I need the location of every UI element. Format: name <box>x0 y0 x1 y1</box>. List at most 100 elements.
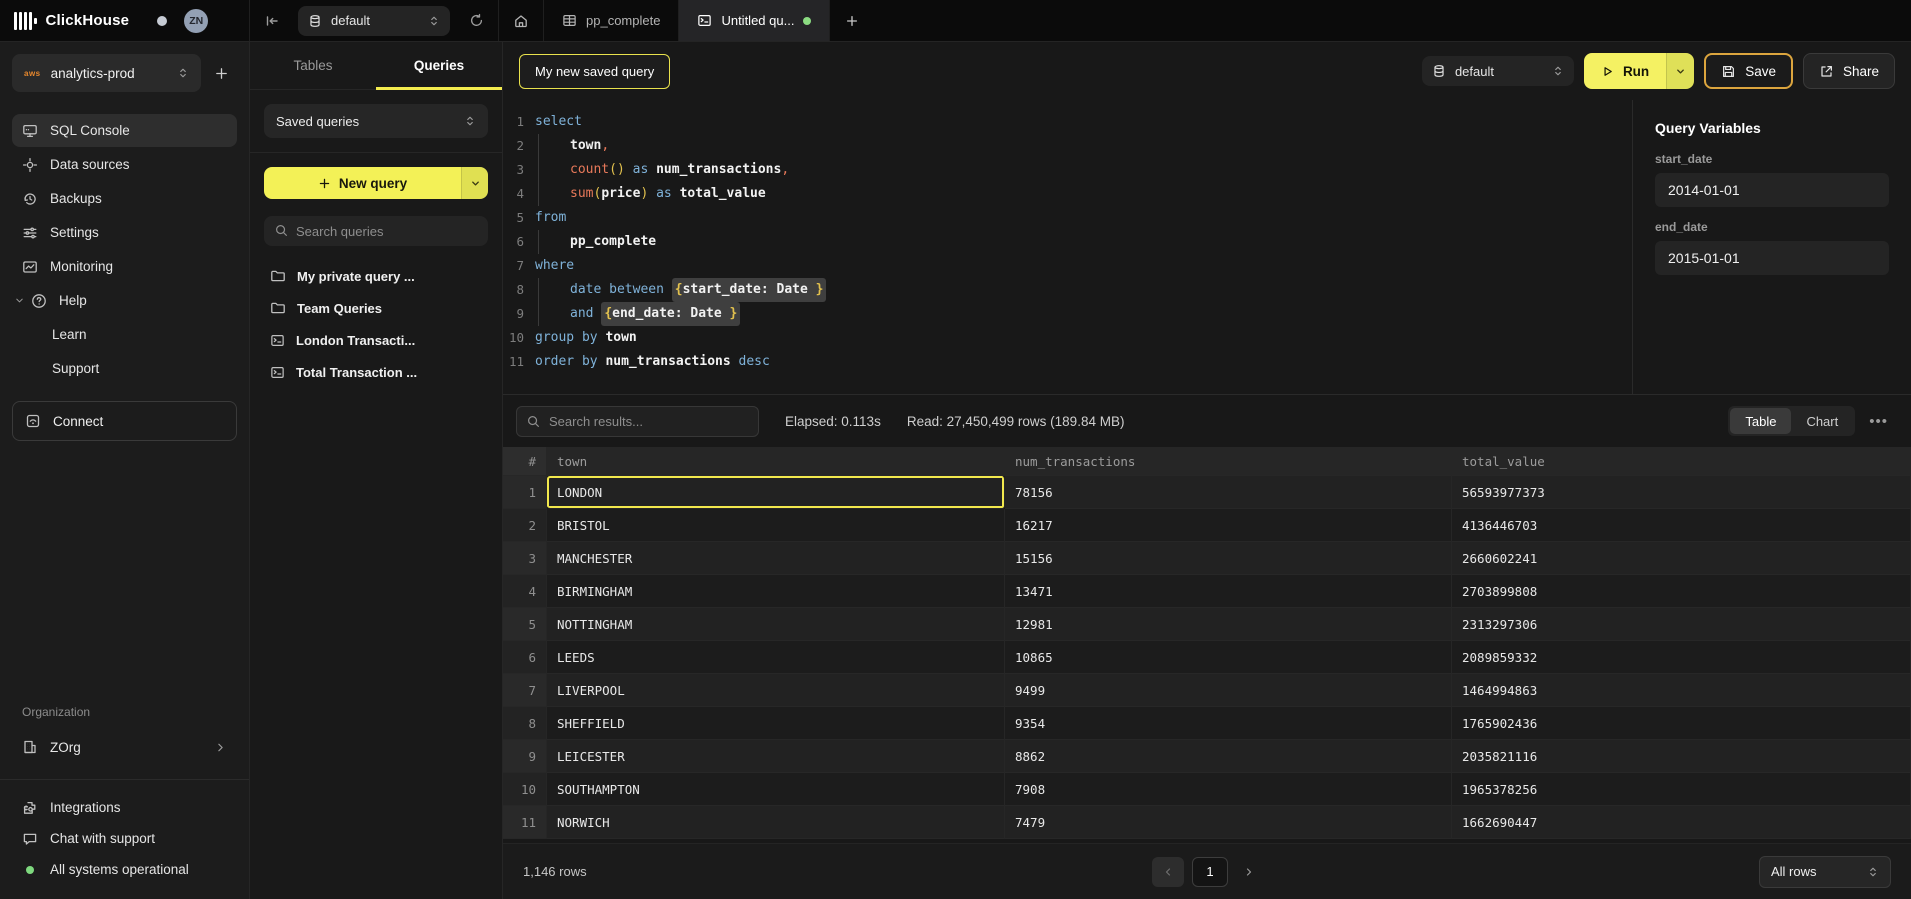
sidebar-footer-all-systems-operational[interactable]: All systems operational <box>12 854 237 885</box>
table-row: 3MANCHESTER151562660602241 <box>503 542 1911 575</box>
tab-tables[interactable]: Tables <box>250 42 376 89</box>
table-cell[interactable]: LIVERPOOL <box>547 674 1005 707</box>
notification-dot[interactable] <box>157 16 167 26</box>
sidebar-item-backups[interactable]: Backups <box>12 182 237 215</box>
sidebar-footer-integrations[interactable]: Integrations <box>12 792 237 823</box>
tab-pp-complete[interactable]: pp_complete <box>544 0 679 41</box>
footer-item-label: Chat with support <box>50 831 155 846</box>
saved-query-item[interactable]: Team Queries <box>264 292 488 324</box>
table-cell[interactable]: 12981 <box>1005 608 1452 641</box>
view-toggle: Table Chart <box>1728 406 1855 436</box>
column-header-town[interactable]: town <box>547 447 1005 476</box>
query-parameter-chip[interactable]: {end_date: Date } <box>601 302 740 326</box>
saved-query-item[interactable]: London Transacti... <box>264 324 488 356</box>
table-cell[interactable]: SOUTHAMPTON <box>547 773 1005 806</box>
workspace-select[interactable]: aws analytics-prod <box>12 54 201 92</box>
table-cell[interactable]: 4136446703 <box>1452 509 1911 542</box>
table-cell[interactable]: MANCHESTER <box>547 542 1005 575</box>
new-query-button[interactable]: New query <box>264 167 488 199</box>
more-options-icon[interactable]: ••• <box>1869 413 1888 430</box>
table-cell[interactable]: 9499 <box>1005 674 1452 707</box>
tab-queries[interactable]: Queries <box>376 42 502 89</box>
table-cell[interactable]: 2035821116 <box>1452 740 1911 773</box>
connect-button[interactable]: Connect <box>12 401 237 441</box>
column-header-index[interactable]: # <box>503 447 547 476</box>
refresh-icon <box>469 13 484 28</box>
puzzle-icon <box>22 800 38 816</box>
saved-query-item[interactable]: My private query ... <box>264 260 488 292</box>
share-button[interactable]: Share <box>1803 53 1895 89</box>
run-options-caret[interactable] <box>1666 53 1694 89</box>
search-results-input[interactable] <box>516 406 759 437</box>
sidebar-item-settings[interactable]: Settings <box>12 216 237 249</box>
tab-untitled-query[interactable]: Untitled qu... <box>679 0 830 41</box>
prev-page-button[interactable] <box>1152 857 1184 887</box>
sidebar-footer-chat-with-support[interactable]: Chat with support <box>12 823 237 854</box>
organization-row[interactable]: ZOrg <box>12 729 237 765</box>
sidebar-item-learn[interactable]: Learn <box>12 318 237 351</box>
table-cell[interactable]: SHEFFIELD <box>547 707 1005 740</box>
new-tab-button[interactable] <box>830 0 874 41</box>
table-cell[interactable]: 1965378256 <box>1452 773 1911 806</box>
table-cell[interactable]: NORWICH <box>547 806 1005 839</box>
sidebar-item-monitoring[interactable]: Monitoring <box>12 250 237 283</box>
page-size-select[interactable]: All rows <box>1759 856 1891 888</box>
sql-editor[interactable]: 1select2town,3count() as num_transaction… <box>503 100 1632 394</box>
line-number: 7 <box>503 254 535 278</box>
table-cell[interactable]: 7908 <box>1005 773 1452 806</box>
query-parameter-chip[interactable]: {start_date: Date } <box>672 278 827 302</box>
new-query-caret[interactable] <box>461 167 488 199</box>
code-line: 2town, <box>503 134 1632 158</box>
table-cell[interactable]: 9354 <box>1005 707 1452 740</box>
saved-queries-select[interactable]: Saved queries <box>264 104 488 138</box>
run-button[interactable]: Run <box>1584 53 1694 89</box>
table-cell[interactable]: LEICESTER <box>547 740 1005 773</box>
column-header-num_transactions[interactable]: num_transactions <box>1005 447 1452 476</box>
table-cell[interactable]: 13471 <box>1005 575 1452 608</box>
table-cell[interactable]: BIRMINGHAM <box>547 575 1005 608</box>
page-number-input[interactable]: 1 <box>1192 857 1228 887</box>
view-table-button[interactable]: Table <box>1730 408 1791 434</box>
sidebar-item-support[interactable]: Support <box>12 352 237 385</box>
column-header-total_value[interactable]: total_value <box>1452 447 1911 476</box>
code-line: 3count() as num_transactions, <box>503 158 1632 182</box>
collapse-sidebar-button[interactable] <box>250 0 294 41</box>
sidebar-item-data-sources[interactable]: Data sources <box>12 148 237 181</box>
table-cell[interactable]: 2313297306 <box>1452 608 1911 641</box>
table-cell[interactable]: 16217 <box>1005 509 1452 542</box>
home-tab[interactable] <box>499 0 544 41</box>
next-page-button[interactable] <box>1236 857 1262 887</box>
table-cell[interactable]: LONDON <box>547 476 1005 509</box>
sidebar-item-sql-console[interactable]: SQL Console <box>12 114 237 147</box>
editor-database-select[interactable]: default <box>1422 56 1574 86</box>
save-button[interactable]: Save <box>1704 53 1793 89</box>
sidebar-item-help[interactable]: Help <box>12 284 237 317</box>
table-cell[interactable]: 2703899808 <box>1452 575 1911 608</box>
saved-query-name-chip[interactable]: My new saved query <box>519 54 670 89</box>
variable-input-end_date[interactable] <box>1655 241 1889 275</box>
variable-input-start_date[interactable] <box>1655 173 1889 207</box>
view-chart-button[interactable]: Chart <box>1791 408 1853 434</box>
add-service-button[interactable] <box>205 54 237 92</box>
table-cell[interactable]: 1662690447 <box>1452 806 1911 839</box>
table-cell[interactable]: BRISTOL <box>547 509 1005 542</box>
avatar[interactable]: ZN <box>184 9 208 33</box>
table-cell[interactable]: LEEDS <box>547 641 1005 674</box>
table-cell[interactable]: 1765902436 <box>1452 707 1911 740</box>
table-cell[interactable]: 2089859332 <box>1452 641 1911 674</box>
refresh-button[interactable] <box>454 0 498 41</box>
table-cell[interactable]: NOTTINGHAM <box>547 608 1005 641</box>
saved-query-item[interactable]: Total Transaction ... <box>264 356 488 388</box>
table-cell[interactable]: 10865 <box>1005 641 1452 674</box>
table-cell[interactable]: 56593977373 <box>1452 476 1911 509</box>
table-cell[interactable]: 1464994863 <box>1452 674 1911 707</box>
table-cell[interactable]: 2660602241 <box>1452 542 1911 575</box>
table-cell[interactable]: 8862 <box>1005 740 1452 773</box>
table-cell[interactable]: 15156 <box>1005 542 1452 575</box>
chevron-down-icon <box>14 295 25 306</box>
table-cell[interactable]: 78156 <box>1005 476 1452 509</box>
table-cell[interactable]: 7479 <box>1005 806 1452 839</box>
topbar-database-select[interactable]: default <box>298 6 450 36</box>
variable-label-end_date: end_date <box>1655 220 1889 234</box>
search-queries-input[interactable] <box>264 216 488 246</box>
